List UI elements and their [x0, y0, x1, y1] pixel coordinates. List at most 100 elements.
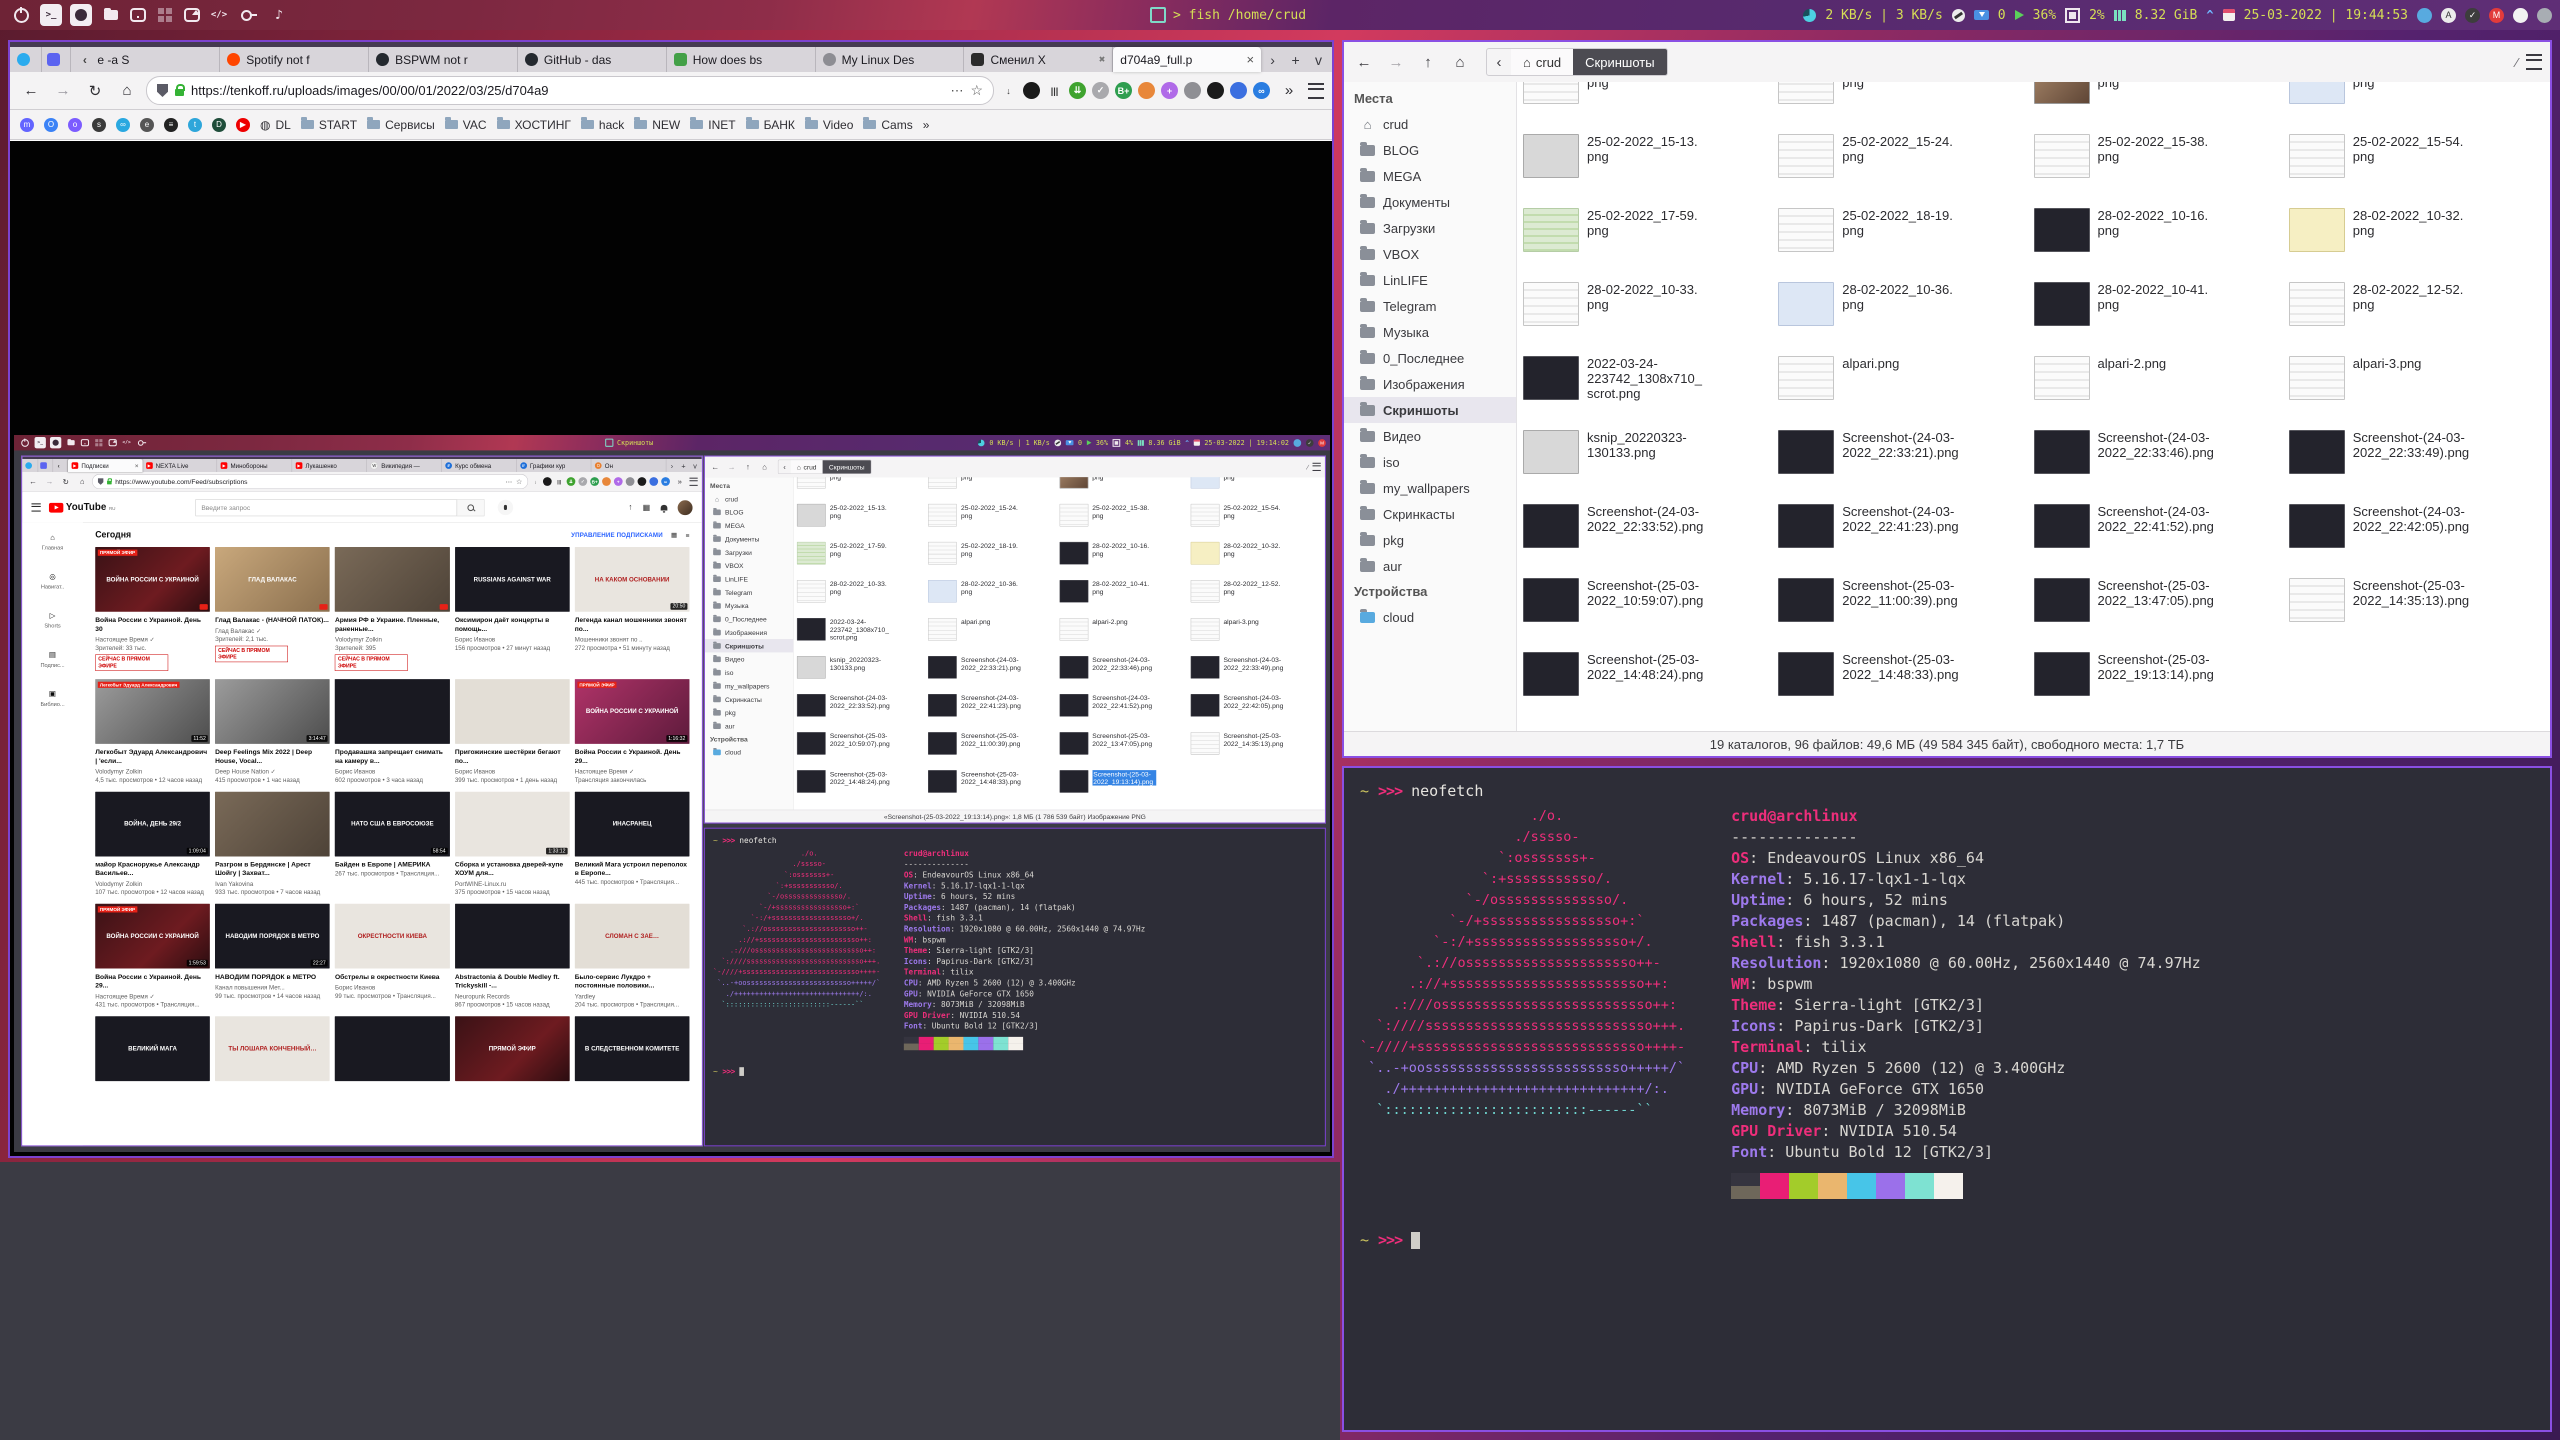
file-item[interactable]: 24-03-2022_20-43.png: [928, 477, 1059, 502]
tab[interactable]: WВикипедия —: [367, 459, 442, 472]
file-item[interactable]: 25-02-2022_15-13.png: [1523, 130, 1778, 204]
pinned-tab-telegram[interactable]: [12, 47, 42, 72]
sidebar-item-Telegram[interactable]: Telegram: [1344, 293, 1516, 319]
list-view-icon[interactable]: ≡: [686, 531, 690, 539]
grid-view-icon[interactable]: ▦: [671, 531, 677, 539]
sidebar-item-Shorts[interactable]: ▷Shorts: [22, 601, 83, 640]
sidebar-item-pkg[interactable]: pkg: [1344, 527, 1516, 553]
sidebar-item-LinLIFE[interactable]: LinLIFE: [1344, 267, 1516, 293]
sidebar-item-my_wallpapers[interactable]: my_wallpapers: [705, 679, 793, 692]
hat-ext-icon[interactable]: [1023, 82, 1040, 99]
network-tray-icon[interactable]: [2537, 8, 2552, 23]
container-ext-icon[interactable]: [649, 477, 658, 486]
sidebar-item-MEGA[interactable]: MEGA: [1344, 163, 1516, 189]
file-item[interactable]: Screenshot-(25-03-2022_14:48:24).png: [1523, 648, 1778, 722]
file-item[interactable]: Screenshot-(24-03-2022_22:33:21).png: [1778, 426, 2033, 500]
firefox-workspace-icon[interactable]: [50, 437, 61, 448]
file-item[interactable]: Screenshot-(25-03-2022_19:13:14).png: [1059, 768, 1190, 806]
forward-button[interactable]: →: [725, 462, 737, 471]
bookmark-item[interactable]: Video: [805, 118, 853, 132]
device-item-cloud[interactable]: cloud: [1344, 604, 1516, 630]
tracking-shield-icon[interactable]: [98, 478, 104, 485]
path-chevron-icon[interactable]: ‹: [1487, 54, 1511, 71]
sidebar-item-Изображения[interactable]: Изображения: [705, 626, 793, 639]
video-card[interactable]: [335, 1016, 450, 1081]
video-thumbnail[interactable]: В СЛЕДСТВЕННОМ КОМИТЕТЕ: [575, 1016, 690, 1081]
file-item[interactable]: alpari-2.png: [2034, 352, 2289, 426]
power-workspace-icon[interactable]: [19, 437, 30, 448]
hexagon-ext-icon[interactable]: +: [1161, 82, 1178, 99]
tab-list-icon[interactable]: v: [689, 459, 701, 472]
video-card[interactable]: ПРЯМОЙ ЭФИРВОЙНА РОССИИ С УКРАИНОЙ1:16:3…: [575, 679, 690, 783]
key-workspace-icon[interactable]: [136, 437, 147, 448]
file-item[interactable]: alpari.png: [928, 616, 1059, 654]
path-current-tab[interactable]: Скриншоты: [823, 460, 871, 473]
file-item[interactable]: Screenshot-(24-03-2022_22:33:21).png: [928, 654, 1059, 692]
hexagon-ext-icon[interactable]: +: [614, 477, 623, 486]
tab[interactable]: Spotify not f: [220, 47, 369, 72]
file-item[interactable]: Screenshot-(25-03-2022_14:48:24).png: [797, 768, 928, 806]
grid-workspace-icon[interactable]: [93, 437, 104, 448]
sidebar-item-crud[interactable]: ⌂crud: [705, 492, 793, 505]
video-thumbnail[interactable]: ГЛАД ВАЛАКАС: [215, 547, 330, 612]
file-item[interactable]: 28-02-2022_10-32.png: [2289, 204, 2544, 278]
sidebar-item-Загрузки[interactable]: Загрузки: [705, 546, 793, 559]
library-ext-icon[interactable]: |||: [1046, 82, 1063, 99]
sidebar-item-Скринкасты[interactable]: Скринкасты: [705, 693, 793, 706]
manage-subscriptions-link[interactable]: УПРАВЛЕНИЕ ПОДПИСКАМИ: [571, 531, 663, 538]
tab[interactable]: d704a9_full.p×: [1113, 47, 1261, 72]
file-item[interactable]: Screenshot-(25-03-2022_10:59:07).png: [1523, 574, 1778, 648]
video-card[interactable]: ИНАСРАНЕЦВеликий Мага устроил переполох …: [575, 791, 690, 895]
tracking-shield-icon[interactable]: [157, 84, 168, 97]
file-item[interactable]: 24-02-2022_21-34.png: [797, 477, 928, 502]
up-button[interactable]: ↑: [742, 462, 754, 471]
file-item[interactable]: Screenshot-(24-03-2022_22:41:23).png: [928, 692, 1059, 730]
file-item[interactable]: 25-02-2022_18-19.png: [1778, 204, 2033, 278]
file-item[interactable]: 28-02-2022_12-52.png: [1191, 578, 1322, 616]
video-thumbnail[interactable]: [215, 791, 330, 856]
tab[interactable]: ▶Подписки×: [68, 459, 142, 472]
video-download-ext-icon[interactable]: ⇊: [1069, 82, 1086, 99]
file-item[interactable]: ksnip_20220323-130133.png: [1523, 426, 1778, 500]
sidebar-item-LinLIFE[interactable]: LinLIFE: [705, 572, 793, 585]
tab-list-icon[interactable]: v: [1307, 47, 1330, 72]
device-item-cloud[interactable]: cloud: [705, 745, 793, 758]
files-workspace-icon[interactable]: [100, 4, 122, 26]
tab-scroll-icon[interactable]: ›: [666, 459, 678, 472]
sneaker-ext-icon[interactable]: [626, 477, 635, 486]
file-item[interactable]: 28-02-2022_10-41.png: [1059, 578, 1190, 616]
new-tab-button[interactable]: +: [1284, 47, 1307, 72]
sidebar-item-my_wallpapers[interactable]: my_wallpapers: [1344, 475, 1516, 501]
video-card[interactable]: ТЫ ЛОШАРА КОНЧЕННЫЙ…: [215, 1016, 330, 1081]
file-item[interactable]: 28-02-2022_10-36.png: [1778, 278, 2033, 352]
file-item[interactable]: alpari.png: [1778, 352, 2033, 426]
bookmark-item[interactable]: START: [301, 118, 357, 132]
video-thumbnail[interactable]: Легкобыт Эдуард Александрович11:52: [95, 679, 210, 744]
volume-icon[interactable]: [1087, 440, 1092, 445]
home-button[interactable]: ⌂: [76, 475, 89, 488]
caret-icon[interactable]: ^: [2206, 8, 2213, 22]
menu-icon[interactable]: [2526, 54, 2542, 70]
home-button[interactable]: ⌂: [114, 78, 140, 104]
file-item[interactable]: 2022-03-24-223742_1308x710_scrot.png: [1523, 352, 1778, 426]
video-thumbnail[interactable]: RUSSIANS AGAINST WAR: [455, 547, 570, 612]
file-item[interactable]: Screenshot-(24-03-2022_22:41:52).png: [1059, 692, 1190, 730]
sneaker-ext-icon[interactable]: [1184, 82, 1201, 99]
bookmark-item[interactable]: hack: [581, 118, 624, 132]
video-card[interactable]: ПРЯМОЙ ЭФИРВОЙНА РОССИИ С УКРАИНОЙВойна …: [95, 547, 210, 671]
tab[interactable]: Сменил X✖: [964, 47, 1113, 72]
caret-icon[interactable]: ^: [1185, 439, 1189, 446]
file-item[interactable]: alpari-3.png: [1191, 616, 1322, 654]
sidebar-item-Музыка[interactable]: Музыка: [1344, 319, 1516, 345]
video-thumbnail[interactable]: ПРЯМОЙ ЭФИРВОЙНА РОССИИ С УКРАИНОЙ: [95, 547, 210, 612]
bookmarks-overflow-icon[interactable]: »: [923, 118, 930, 132]
dark-reader-ext-icon[interactable]: [1207, 82, 1224, 99]
d-bookmark[interactable]: D: [212, 118, 226, 132]
menu-icon[interactable]: [1308, 83, 1324, 99]
sidebar-item-Документы[interactable]: Документы: [705, 532, 793, 545]
path-home-tab[interactable]: ⌂crud: [791, 460, 823, 473]
bookmark-star-icon[interactable]: ☆: [516, 477, 522, 486]
video-thumbnail[interactable]: ВОЙНА, день 29/21:09:04: [95, 791, 210, 856]
bookmark-item[interactable]: ХОСТИНГ: [497, 118, 571, 132]
bookmark-item[interactable]: БАНК: [746, 118, 795, 132]
